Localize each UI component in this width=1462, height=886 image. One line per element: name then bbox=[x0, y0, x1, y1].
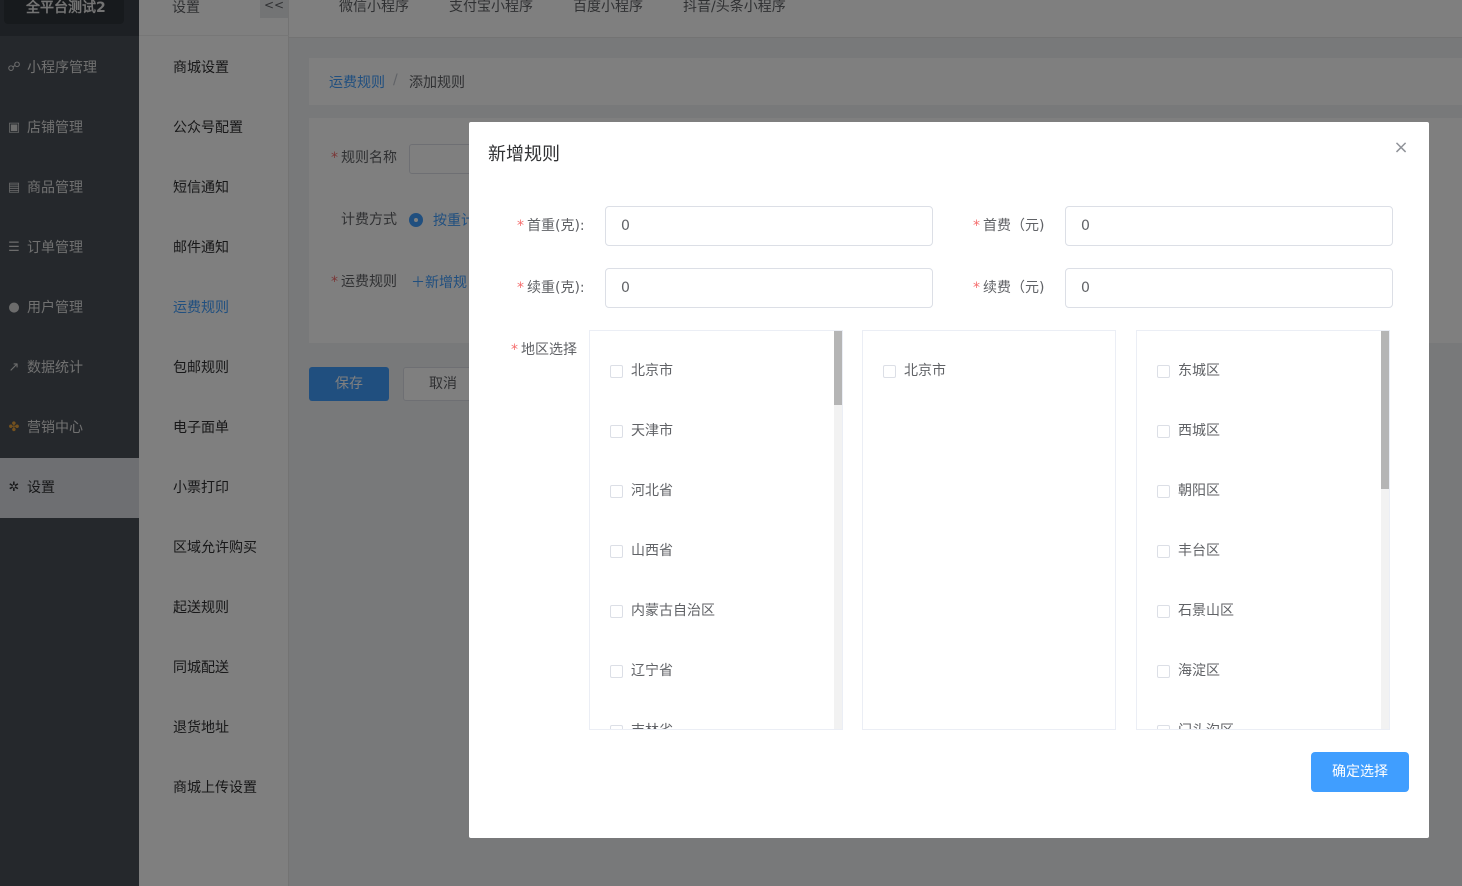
checkbox[interactable] bbox=[883, 365, 896, 378]
extra-fee-label: * 续费（元) bbox=[973, 280, 1045, 296]
checkbox[interactable] bbox=[610, 425, 623, 438]
add-rule-dialog: 新增规则 × * 首重(克): 0 * 首费（元) 0 * 续重(克): 0 * 续费（… bbox=[469, 122, 1429, 838]
checkbox[interactable] bbox=[610, 725, 623, 729]
scrollbar-thumb[interactable] bbox=[1381, 331, 1389, 489]
checkbox[interactable] bbox=[610, 365, 623, 378]
first-fee-input[interactable]: 0 bbox=[1065, 206, 1393, 246]
dialog-title: 新增规则 bbox=[488, 144, 560, 165]
checkbox[interactable] bbox=[610, 665, 623, 678]
first-fee-label: * 首费（元) bbox=[973, 218, 1045, 234]
checkbox[interactable] bbox=[1157, 485, 1170, 498]
checkbox[interactable] bbox=[1157, 545, 1170, 558]
extra-fee-input[interactable]: 0 bbox=[1065, 268, 1393, 308]
checkbox[interactable] bbox=[1157, 425, 1170, 438]
scrollbar-thumb[interactable] bbox=[834, 331, 842, 405]
extra-weight-input[interactable]: 0 bbox=[605, 268, 933, 308]
first-weight-input[interactable]: 0 bbox=[605, 206, 933, 246]
checkbox[interactable] bbox=[610, 545, 623, 558]
region-label: * 地区选择 bbox=[511, 342, 577, 358]
checkbox[interactable] bbox=[1157, 605, 1170, 618]
province-list[interactable]: 北京市 天津市 河北省 山西省 内蒙古自治区 辽宁省 吉林省 bbox=[589, 330, 843, 730]
extra-weight-label: * 续重(克): bbox=[517, 280, 585, 296]
checkbox[interactable] bbox=[610, 605, 623, 618]
city-list[interactable]: 北京市 bbox=[862, 330, 1116, 730]
confirm-selection-button[interactable]: 确定选择 bbox=[1311, 752, 1409, 792]
first-weight-label: * 首重(克): bbox=[517, 218, 585, 234]
checkbox[interactable] bbox=[1157, 725, 1170, 729]
scrollbar[interactable] bbox=[1381, 331, 1389, 729]
checkbox[interactable] bbox=[1157, 365, 1170, 378]
district-list[interactable]: 东城区 西城区 朝阳区 丰台区 石景山区 海淀区 门头沟区 bbox=[1136, 330, 1390, 730]
close-icon[interactable]: × bbox=[1393, 139, 1409, 157]
checkbox[interactable] bbox=[1157, 665, 1170, 678]
checkbox[interactable] bbox=[610, 485, 623, 498]
scrollbar[interactable] bbox=[834, 331, 842, 729]
